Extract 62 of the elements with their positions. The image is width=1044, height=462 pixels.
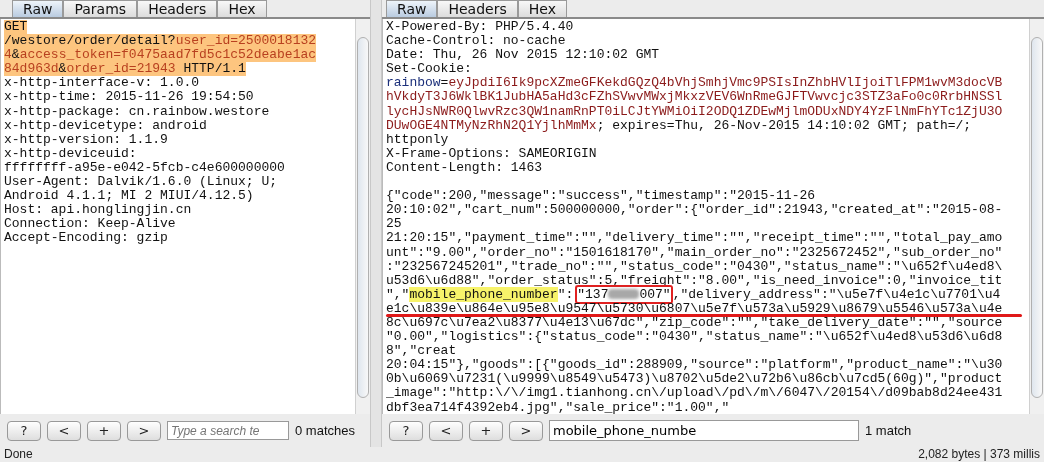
code-line: 0b\u6069\u7231(\u9999\u8549\u5473)\u8702\u5de2\u72b6\u86cb\u7cd5(60g)","product bbox=[386, 372, 1003, 387]
status-info: 2,082 bytes | 373 millis bbox=[918, 447, 1040, 462]
code-line: u53d6\u6d88","order_status":5,"freight":"8.00","is_need_invoice":0,"invoice_tit bbox=[386, 273, 1003, 288]
code-line: x-http-package: cn.rainbow.westore bbox=[4, 104, 270, 119]
code-line: Android 4.1.1; MI 2 MIUI/4.12.5) bbox=[4, 189, 254, 204]
code-line: hVkdyT3J6WklBK1JubHA5aHd3cFZhSVwvMWxjMkxzVEV6WnRmeGJFTVwvcjc3STZ3aFo0c0RrbHNSSl bbox=[386, 90, 1003, 105]
code-line: Cache-Control: no-cache bbox=[386, 34, 566, 49]
code-line: x-http-devicetype: android bbox=[4, 118, 207, 133]
status-text: Done bbox=[4, 447, 33, 462]
code-line: 20:04:15"},"goods":[{"goods_id":288909,"source":"platform","product_name":"\u30 bbox=[386, 358, 1003, 373]
code-line: "0.00","logistics":{"status_code":"0430","status_name":"\u652f\u4ed8\u53d6\u6d8 bbox=[386, 330, 1003, 345]
search-field[interactable]: Type a search te bbox=[167, 421, 289, 441]
search-field[interactable]: mobile_phone_numbe bbox=[549, 420, 859, 442]
code-line: x-http-version: 1.1.9 bbox=[4, 132, 168, 147]
code-line: DUwOGE4NTMyNzRhN2Q1YjlhMmMx; expires=Thu, 26-Nov-2015 14:10:02 GMT; path=/; bbox=[386, 118, 972, 133]
toolbar-button[interactable]: ? bbox=[7, 420, 41, 441]
code-line: lycHJsNWR0QlwvRzc3QW1namRnPT0iLCJtYWMiOiI2ODQ1ZDEwMjlmODUxNDY4YzFlNmFhYTc1ZjU3O bbox=[386, 104, 1003, 119]
code-line: Set-Cookie: bbox=[386, 62, 472, 77]
code-line: ffffffff-a95e-e042-5fcb-c4e600000000 bbox=[4, 160, 285, 176]
scrollbar[interactable] bbox=[355, 19, 370, 415]
code-line: x-http-interface-v: 1.0.0 bbox=[4, 76, 200, 91]
code-line: Accept-Encoding: gzip bbox=[4, 231, 168, 246]
code-line: dbf3ea714f4392eb4.jpg","sale_price":"1.00"," bbox=[386, 400, 730, 415]
code-line: e1c\u839e\u864e\u95e8\u9547\u5730\u6807\u5e7f\u573a\u5929\u8679\u5546\u573a\u4e bbox=[386, 301, 1003, 316]
tab[interactable]: Raw bbox=[386, 0, 438, 17]
code-line: unt":"9.00","order_no":"1501618170","main_order_no":"2325672452","sub_order_no" bbox=[386, 245, 1003, 260]
code-line: rainbow=eyJpdiI6Ik9pcXZmeGFKekdGQzQ4bVhjSmhjVmc9PSIsInZhbHVlIjoiTlFPM1wvM3docVB bbox=[386, 76, 1003, 91]
tab[interactable]: Raw bbox=[12, 0, 64, 17]
code-line: 21:20:15","payment_time":"","delivery_time":"","receipt_time":"","total_pay_amo bbox=[386, 231, 1003, 246]
match-count: 1 match bbox=[865, 423, 912, 439]
code-line: ","mobile_phone_number": "137 007","delivery_address":"\u5e7f\u4e1c\u7701\u4 bbox=[386, 287, 1001, 302]
code-line: :"232567245201","trade_no":"","status_code":"0430","status_name":"\u652f\u4ed8\ bbox=[386, 259, 1003, 274]
code-line: Content-Length: 1463 bbox=[386, 160, 543, 176]
code-line: 25 bbox=[386, 217, 402, 232]
code-line: Date: Thu, 26 Nov 2015 12:10:02 GMT bbox=[386, 48, 660, 63]
code-line: x-http-time: 2015-11-26 19:54:50 bbox=[4, 90, 254, 105]
toolbar-button[interactable]: + bbox=[87, 420, 121, 441]
code-line: _image":"http:\/\/img1.tianhong.cn\/upload\/pd\/m\/6047\/20154\/d09bab8d24ee431 bbox=[386, 386, 1003, 401]
toolbar-button[interactable]: > bbox=[127, 420, 161, 441]
tab[interactable]: Headers bbox=[137, 0, 218, 17]
toolbar-button[interactable]: ? bbox=[389, 420, 423, 441]
match-count: 0 matches bbox=[295, 423, 355, 439]
toolbar-button[interactable]: < bbox=[47, 420, 81, 441]
code-line: 20:10:02","cart_num":500000000,"order":{"order_id":21943,"created_at":"2015-08- bbox=[386, 203, 1003, 218]
code-line: x-http-deviceuid: bbox=[4, 146, 137, 161]
toolbar-button[interactable]: + bbox=[469, 420, 503, 441]
tab[interactable]: Headers bbox=[437, 0, 518, 17]
code-line: Connection: Keep-Alive bbox=[4, 217, 176, 232]
toolbar-button[interactable]: < bbox=[429, 420, 463, 441]
tab[interactable]: Params bbox=[63, 0, 138, 17]
scrollbar[interactable] bbox=[1029, 19, 1044, 415]
code-line: X-Frame-Options: SAMEORIGIN bbox=[386, 146, 597, 161]
code-line: 8c\u697c\u7ea2\u8377\u4e13\u67dc","zip_code":"","take_delivery_date":"","source bbox=[386, 315, 1003, 331]
tab[interactable]: Hex bbox=[217, 0, 267, 17]
code-line: httponly bbox=[386, 132, 449, 147]
code-line: User-Agent: Dalvik/1.6.0 (Linux; U; bbox=[4, 175, 278, 190]
code-line: Host: api.honglingjin.cn bbox=[4, 203, 192, 218]
code-line: {"code":200,"message":"success","timestamp":"2015-11-26 bbox=[386, 189, 816, 204]
code-line: 8","creat bbox=[386, 344, 457, 359]
code-line: X-Powered-By: PHP/5.4.40 bbox=[386, 20, 574, 35]
tab[interactable]: Hex bbox=[517, 0, 567, 17]
toolbar-button[interactable]: > bbox=[509, 420, 543, 441]
